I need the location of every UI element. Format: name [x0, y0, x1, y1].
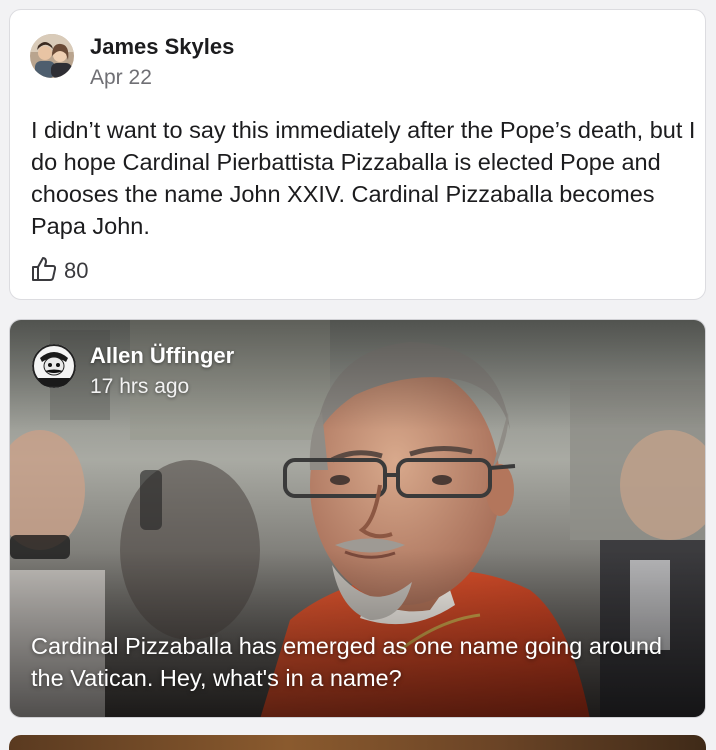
post-timestamp: Apr 22	[90, 66, 152, 89]
post-timestamp: 17 hrs ago	[90, 375, 190, 398]
feed: James Skyles Apr 22 I didn’t want to say…	[0, 0, 716, 750]
avatar[interactable]	[32, 344, 76, 388]
post-card[interactable]: James Skyles Apr 22 I didn’t want to say…	[9, 9, 706, 300]
photo-post-card[interactable]: Allen Üffinger 17 hrs ago Cardinal Pizza…	[9, 319, 706, 718]
author-name[interactable]: James Skyles	[90, 34, 234, 60]
thumbs-up-icon	[30, 255, 58, 288]
like-button[interactable]: 80	[30, 256, 88, 286]
avatar[interactable]	[30, 34, 74, 78]
post-body: I didn’t want to say this immediately af…	[31, 117, 696, 239]
next-post-card[interactable]	[9, 735, 706, 750]
like-count: 80	[64, 258, 89, 283]
author-name[interactable]: Allen Üffinger	[90, 343, 234, 369]
post-caption: Cardinal Pizzaballa has emerged as one n…	[31, 633, 662, 691]
